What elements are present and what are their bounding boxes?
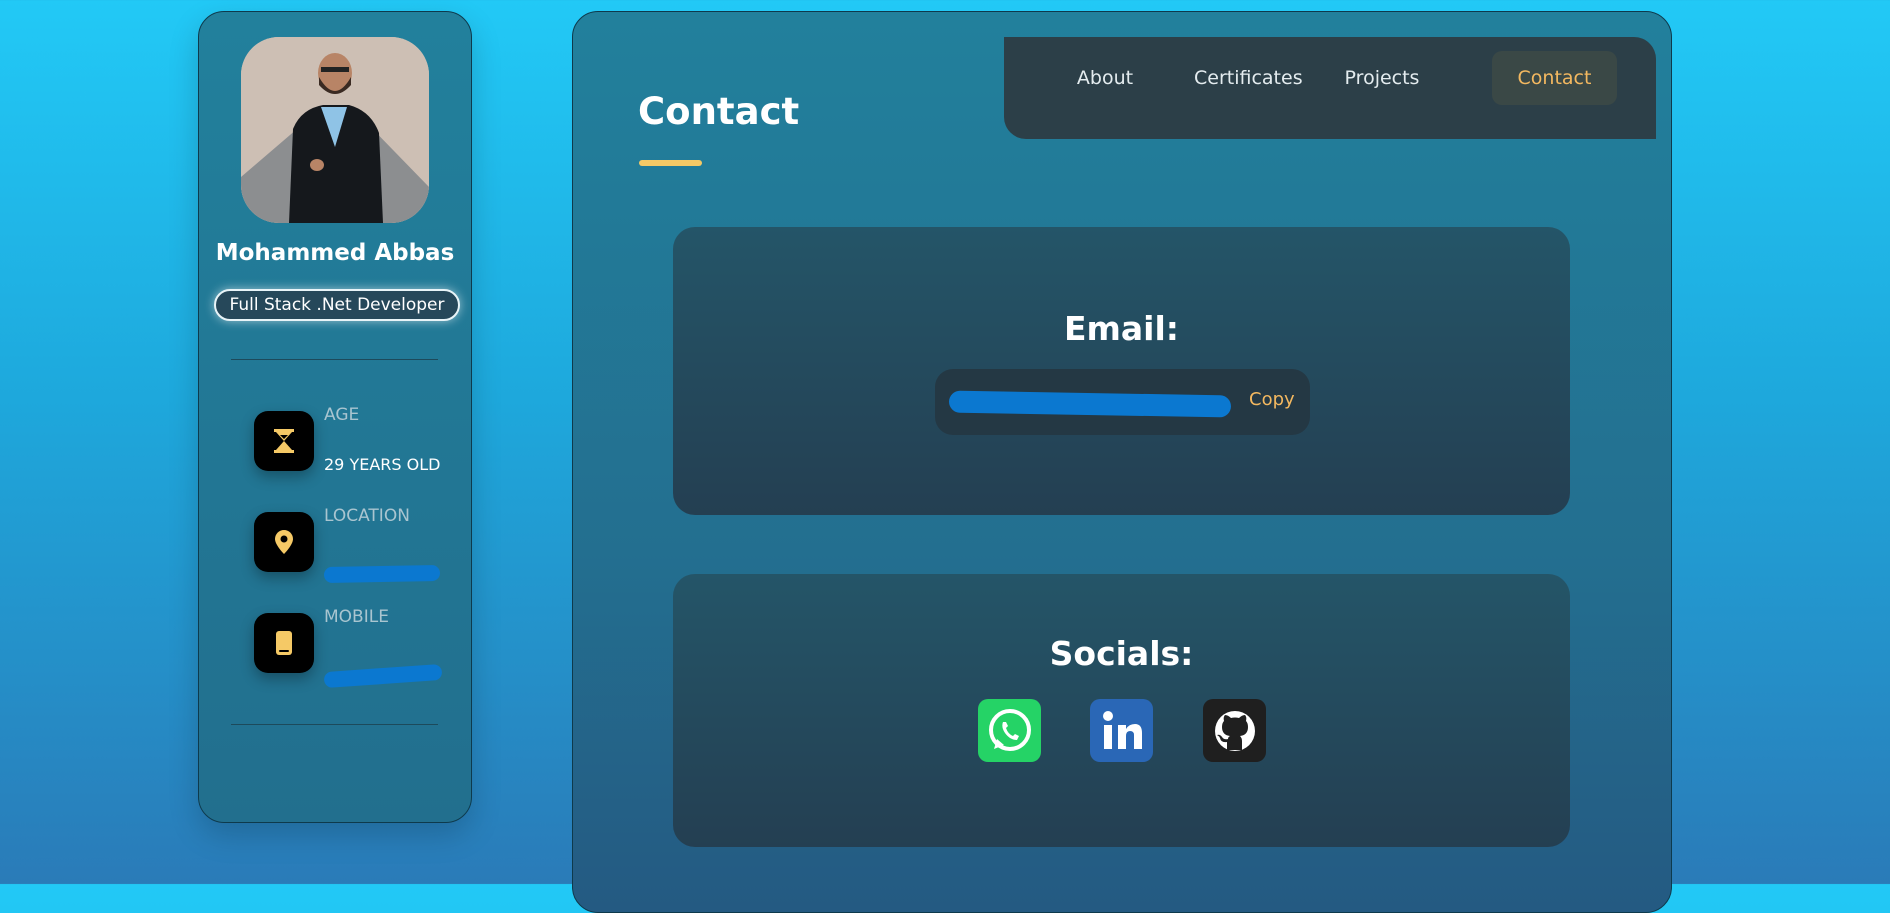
nav-projects[interactable]: Projects xyxy=(1344,51,1420,105)
redacted-value xyxy=(323,663,443,689)
hourglass-icon xyxy=(254,411,314,471)
info-mobile: MOBILE xyxy=(254,607,454,689)
divider xyxy=(231,724,438,725)
email-box: Copy xyxy=(935,369,1310,435)
profile-name: Mohammed Abbas xyxy=(215,240,455,266)
info-label: MOBILE xyxy=(324,607,389,627)
info-label: AGE xyxy=(324,405,360,425)
title-underline xyxy=(639,160,702,166)
email-card: Email: Copy xyxy=(673,227,1570,515)
email-heading: Email: xyxy=(1063,309,1180,348)
mobile-phone-icon xyxy=(254,613,314,673)
profile-sidebar: Mohammed Abbas Full Stack .Net Developer… xyxy=(198,11,472,823)
location-pin-icon xyxy=(254,512,314,572)
avatar xyxy=(241,37,429,223)
info-value: 29 YEARS OLD xyxy=(324,455,441,474)
avatar-photo xyxy=(241,37,429,223)
redacted-email xyxy=(948,390,1232,418)
socials-card: Socials: xyxy=(673,574,1570,847)
redacted-value xyxy=(323,564,441,584)
nav-certificates[interactable]: Certificates xyxy=(1194,51,1303,105)
github-icon[interactable] xyxy=(1203,699,1266,762)
socials-heading: Socials: xyxy=(1049,634,1194,673)
nav-about[interactable]: About xyxy=(1074,51,1136,105)
copy-button[interactable]: Copy xyxy=(1249,389,1295,410)
page-title: Contact xyxy=(638,90,800,133)
whatsapp-icon[interactable] xyxy=(978,699,1041,762)
info-label: LOCATION xyxy=(324,506,410,526)
role-badge: Full Stack .Net Developer xyxy=(214,289,460,321)
info-age: AGE 29 YEARS OLD xyxy=(254,405,454,474)
info-location: LOCATION xyxy=(254,506,454,584)
navbar: About Certificates Projects Contact xyxy=(1004,37,1656,139)
main-panel: Contact About Certificates Projects Cont… xyxy=(572,11,1672,913)
nav-contact[interactable]: Contact xyxy=(1492,51,1617,105)
divider xyxy=(231,359,438,360)
linkedin-icon[interactable] xyxy=(1090,699,1153,762)
